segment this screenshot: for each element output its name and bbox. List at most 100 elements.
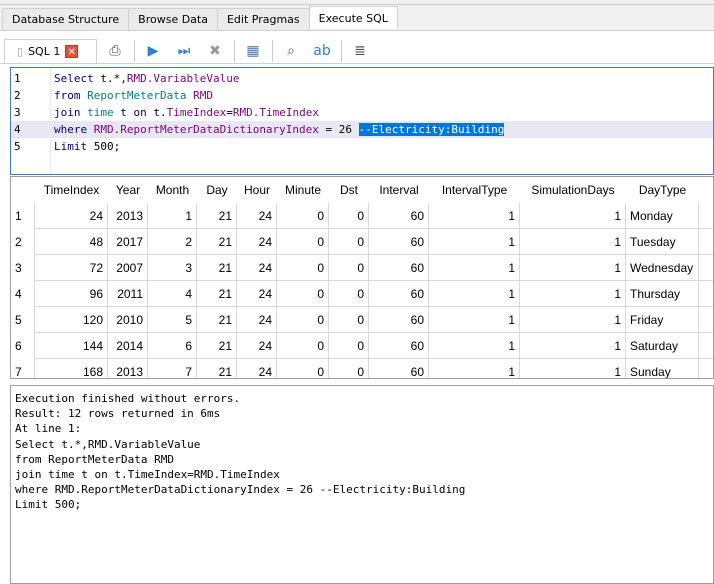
table-row[interactable]: 2 48 2017 2 21 24 0 0 60 1 1 Tuesday <box>11 229 713 255</box>
column-header[interactable] <box>699 177 713 203</box>
code-line[interactable]: 3 join time t on t.TimeIndex=RMD.TimeInde… <box>11 104 713 121</box>
table-cell: 3 <box>148 255 197 281</box>
close-tab-icon[interactable]: ✕ <box>65 45 79 58</box>
table-cell: 1 <box>520 333 626 359</box>
column-header[interactable]: Year <box>108 177 148 203</box>
table-cell: 24 <box>237 333 277 359</box>
table-cell: 2007 <box>108 255 148 281</box>
column-header[interactable]: Minute <box>277 177 329 203</box>
code-token: RMD.TimeIndex <box>232 106 319 119</box>
table-row[interactable]: 1 24 2013 1 21 24 0 0 60 1 1 Monday <box>11 203 713 229</box>
table-cell: 0 <box>277 333 329 359</box>
row-header[interactable]: 3 <box>11 255 35 281</box>
code-text: Limit 500; <box>54 138 120 155</box>
table-row[interactable]: 7 168 2013 7 21 24 0 0 60 1 1 Sunday <box>11 359 713 378</box>
table-cell: 0 <box>277 203 329 229</box>
table-cell: 96 <box>35 281 108 307</box>
column-header[interactable]: Dst <box>329 177 369 203</box>
print-icon[interactable]: ⎙ <box>103 39 127 63</box>
comment-icon[interactable]: ≣ <box>348 39 372 63</box>
table-cell: 4 <box>148 281 197 307</box>
table-cell: 1 <box>520 255 626 281</box>
table-cell: 0 <box>329 333 369 359</box>
code-token: t <box>120 106 134 119</box>
table-cell: 24 <box>237 359 277 378</box>
divider <box>0 63 714 64</box>
find-icon[interactable]: ⌕ <box>279 39 303 63</box>
code-token: from <box>54 89 88 102</box>
table-cell: Monday <box>626 203 699 229</box>
table-cell: 0 <box>329 281 369 307</box>
code-token: = 26 <box>325 123 359 136</box>
table-row[interactable]: 3 72 2007 3 21 24 0 0 60 1 1 Wednesday <box>11 255 713 281</box>
table-cell: 5 <box>148 307 197 333</box>
code-line[interactable]: 5 Limit 500; <box>11 138 713 155</box>
sql-editor[interactable]: 1 Select t.*,RMD.VariableValue 2 from Repor… <box>10 67 714 175</box>
tab-browse-data[interactable]: Browse Data <box>128 8 218 30</box>
column-header[interactable]: Month <box>148 177 197 203</box>
divider <box>0 4 714 5</box>
table-cell: 21 <box>197 307 237 333</box>
code-token: t. <box>153 106 167 119</box>
divider <box>341 40 342 62</box>
code-line[interactable]: 1 Select t.*,RMD.VariableValue <box>11 70 713 87</box>
table-row[interactable]: 5 120 2010 5 21 24 0 0 60 1 1 Friday <box>11 307 713 333</box>
table-cell: 60 <box>369 229 429 255</box>
table-cell: 24 <box>237 255 277 281</box>
column-header[interactable]: Day <box>197 177 237 203</box>
line-number: 4 <box>14 123 21 136</box>
column-header[interactable]: IntervalType <box>429 177 520 203</box>
code-token: on <box>133 106 154 119</box>
table-cell: 1 <box>429 203 520 229</box>
table-cell: Tuesday <box>626 229 699 255</box>
tab-database-structure[interactable]: Database Structure <box>2 8 130 30</box>
table-cell: 1 <box>429 255 520 281</box>
execute-all-icon[interactable]: ▶ <box>141 39 165 63</box>
table-cell: 144 <box>35 333 108 359</box>
table-cell: 24 <box>237 307 277 333</box>
code-line[interactable]: 4 where RMD.ReportMeterDataDictionaryInde… <box>11 121 713 138</box>
execute-line-icon[interactable]: ⏭ <box>172 39 196 63</box>
row-header[interactable]: 5 <box>11 307 35 333</box>
row-header[interactable]: 4 <box>11 281 35 307</box>
column-header[interactable]: TimeIndex <box>35 177 108 203</box>
code-token: = <box>226 106 233 119</box>
divider <box>272 40 273 62</box>
stop-icon[interactable]: ✖ <box>203 39 227 63</box>
table-cell: 6 <box>148 333 197 359</box>
tab-edit-pragmas[interactable]: Edit Pragmas <box>216 8 310 30</box>
column-header[interactable]: SimulationDays <box>520 177 626 203</box>
table-cell: 1 <box>429 229 520 255</box>
save-results-icon[interactable]: ▦ <box>241 39 265 63</box>
code-line[interactable]: 2 from ReportMeterData RMD <box>11 87 713 104</box>
table-row[interactable]: 6 144 2014 6 21 24 0 0 60 1 1 Saturday <box>11 333 713 359</box>
code-text: Select t.*,RMD.VariableValue <box>54 70 239 87</box>
find-replace-icon[interactable]: ab <box>310 39 334 63</box>
row-header[interactable]: 6 <box>11 333 35 359</box>
code-token: where <box>54 123 94 136</box>
table-cell: 24 <box>237 203 277 229</box>
row-header[interactable]: 1 <box>11 203 35 229</box>
table-cell: 24 <box>35 203 108 229</box>
row-header[interactable]: 2 <box>11 229 35 255</box>
table-cell: 120 <box>35 307 108 333</box>
column-header[interactable]: DayType <box>626 177 699 203</box>
table-cell: 1 <box>520 203 626 229</box>
table-cell: 60 <box>369 359 429 378</box>
code-token: time <box>87 106 121 119</box>
divider <box>134 40 135 62</box>
table-cell: 48 <box>35 229 108 255</box>
results-grid[interactable]: TimeIndex Year Month Day Hour Minute Dst Interv… <box>10 176 714 379</box>
column-header[interactable]: Hour <box>237 177 277 203</box>
editor-tab-sql-1[interactable]: ▯ SQL 1 ✕ <box>4 39 97 63</box>
table-cell: 60 <box>369 281 429 307</box>
table-cell: 0 <box>329 255 369 281</box>
table-cell: 0 <box>329 203 369 229</box>
table-cell: 24 <box>237 281 277 307</box>
table-row[interactable]: 4 96 2011 4 21 24 0 0 60 1 1 Thursday <box>11 281 713 307</box>
column-header[interactable]: Interval <box>369 177 429 203</box>
table-cell: 21 <box>197 229 237 255</box>
table-cell: 2017 <box>108 229 148 255</box>
tab-execute-sql[interactable]: Execute SQL <box>308 6 398 29</box>
row-header[interactable]: 7 <box>11 359 35 378</box>
